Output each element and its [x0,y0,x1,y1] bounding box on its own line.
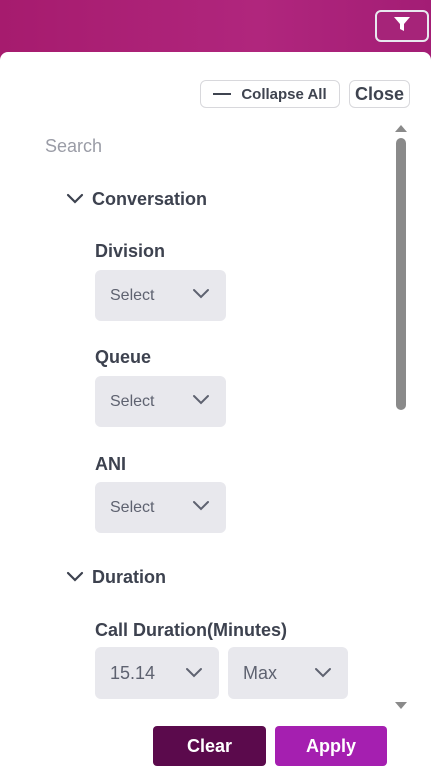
queue-select-value: Select [110,392,155,410]
scrollbar-thumb[interactable] [396,138,406,410]
queue-select[interactable]: Select [95,376,226,427]
search-input[interactable]: Search [45,136,102,157]
chevron-down-icon [66,567,84,588]
call-duration-min-select[interactable]: 15.14 [95,647,219,699]
scroll-up-arrow-icon[interactable] [394,120,408,138]
division-select-value: Select [110,286,155,304]
chevron-down-icon [192,287,210,305]
collapse-all-button[interactable]: Collapse All [200,80,340,108]
section-title: Conversation [92,189,208,209]
minus-icon [213,93,232,95]
filter-button[interactable] [375,10,429,42]
chevron-down-icon [66,189,84,210]
chevron-down-icon [185,663,203,684]
collapse-all-label: Collapse All [241,85,327,103]
section-title: Duration [92,567,166,587]
ani-select[interactable]: Select [95,482,226,533]
division-label: Division [95,241,166,261]
call-duration-label: Call Duration(Minutes) [95,620,287,640]
queue-label: Queue [95,347,152,367]
clear-button[interactable]: Clear [153,726,266,766]
ani-select-value: Select [110,498,155,516]
filter-icon [393,15,411,38]
close-label: Close [354,83,405,104]
chevron-down-icon [192,499,210,517]
division-select[interactable]: Select [95,270,226,321]
close-button[interactable]: Close [349,80,410,108]
clear-label: Clear [186,735,233,756]
section-conversation-toggle[interactable]: Conversation [66,189,207,210]
call-duration-min-value: 15.14 [110,662,156,683]
ani-label: ANI [95,454,126,474]
scroll-down-arrow-icon[interactable] [394,697,408,715]
chevron-down-icon [314,663,332,684]
call-duration-max-select[interactable]: Max [228,647,348,699]
apply-label: Apply [305,735,356,756]
section-duration-toggle[interactable]: Duration [66,567,166,588]
apply-button[interactable]: Apply [275,726,387,766]
call-duration-max-value: Max [243,662,278,683]
chevron-down-icon [192,393,210,411]
